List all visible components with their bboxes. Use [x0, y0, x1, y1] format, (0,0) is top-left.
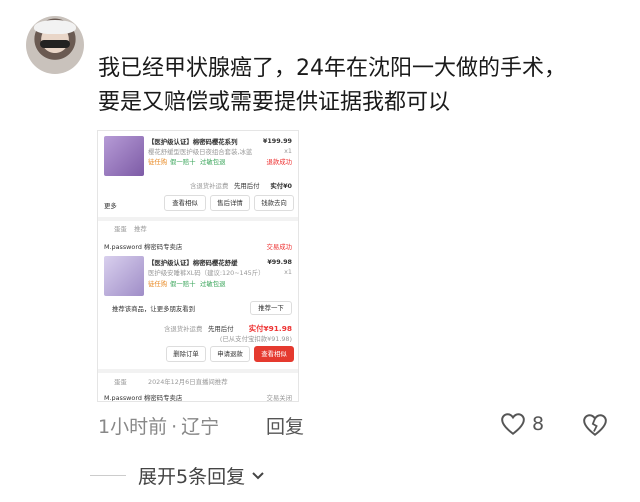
refund-request-button[interactable]: 申请退款	[210, 346, 250, 362]
product-price: ¥99.98	[267, 258, 292, 266]
tag-refund: 假一赔十	[170, 158, 196, 166]
summary-pay: 实付¥0	[270, 182, 292, 190]
summary-mid: 先用后付	[234, 182, 260, 190]
reply-button[interactable]: 回复	[266, 412, 304, 439]
attached-screenshot[interactable]: 【医护级认证】棉密码樱花系列 ¥199.99 樱花舒缓型医护级日夜组合套装,冰蓝…	[97, 130, 299, 402]
tag-refund: 假一赔十	[170, 280, 196, 288]
summary-left: 含退货补运费	[190, 182, 229, 190]
expand-label: 展开5条回复	[138, 466, 246, 488]
shop-name[interactable]: M.password 棉密码专卖店	[104, 242, 182, 251]
product-qty: x1	[284, 268, 292, 276]
delete-order-button[interactable]: 删除订单	[166, 346, 206, 362]
shop-name[interactable]: M.password 棉密码专卖店	[104, 393, 182, 401]
tag-guarantee: 徒任购	[148, 280, 168, 288]
after-sale-button[interactable]: 售后详情	[210, 195, 250, 211]
order-user-tag: 推荐	[134, 225, 147, 233]
expand-line	[90, 475, 126, 476]
avatar-hat	[34, 20, 76, 34]
product-subtitle: 樱花舒缓型医护级日夜组合套装,冰蓝	[148, 148, 253, 156]
broken-heart-icon	[583, 414, 607, 436]
like-count: 8	[532, 413, 545, 435]
product-qty: x1	[284, 147, 292, 155]
comment-line-1: 我已经甲状腺癌了，24年在沈阳一大做的手术，	[98, 56, 566, 81]
comment-meta: 1小时前 · 辽宁	[98, 412, 219, 439]
order-status: 交易关闭	[266, 394, 292, 402]
order-status: 交易成功	[266, 243, 292, 251]
like-button[interactable]: 8	[500, 412, 544, 436]
order-note: 2024年12月6日直播间推荐	[148, 378, 228, 386]
summary-pay: 实付¥91.98	[248, 324, 292, 333]
order-status: 退款成功	[266, 158, 292, 166]
comment-text: 我已经甲状腺癌了，24年在沈阳一大做的手术， 要是又赔偿或需要提供证据我都可以	[98, 52, 618, 120]
tag-allergy: 过敏包退	[200, 280, 226, 288]
money-flow-button[interactable]: 钱款去向	[254, 195, 294, 211]
product-title: 【医护级认证】棉密码樱花系列	[148, 138, 238, 146]
product-thumbnail	[104, 136, 144, 176]
recommend-text: 推荐该商品，让更多朋友看到	[112, 305, 196, 313]
tag-allergy: 过敏包退	[200, 158, 226, 166]
product-thumbnail	[104, 256, 144, 296]
order-user: 蛋蛋	[114, 225, 127, 233]
comment-line-2: 要是又赔偿或需要提供证据我都可以	[98, 90, 451, 115]
heart-icon	[501, 413, 525, 435]
expand-replies-button[interactable]: 展开5条回复	[90, 462, 265, 489]
product-title: 【医护级认证】棉密码樱花舒缓	[148, 259, 238, 267]
product-subtitle: 医护级安睡裤XL码（建议:120~145斤）	[148, 269, 265, 277]
view-similar-button[interactable]: 查看相似	[164, 195, 206, 211]
recommend-button[interactable]: 推荐一下	[250, 301, 292, 315]
more-link[interactable]: 更多	[104, 201, 117, 210]
divider	[98, 369, 298, 373]
dislike-button[interactable]	[582, 413, 608, 441]
product-price: ¥199.99	[262, 137, 292, 145]
avatar[interactable]	[26, 16, 84, 74]
summary-mid: 先用后付	[208, 325, 234, 333]
order-user: 蛋蛋	[114, 378, 127, 386]
paid-note: (已从支付宝扣款¥91.98)	[219, 335, 292, 343]
tag-guarantee: 徒任购	[148, 158, 168, 166]
avatar-glasses	[40, 40, 70, 48]
view-similar-button[interactable]: 查看相似	[254, 346, 294, 362]
chevron-down-icon	[252, 471, 264, 479]
meta-separator: ·	[171, 416, 178, 438]
comment-time: 1小时前	[98, 416, 168, 438]
summary-left: 含退货补运费	[164, 325, 203, 333]
divider	[98, 217, 298, 221]
comment-location: 辽宁	[181, 416, 220, 438]
